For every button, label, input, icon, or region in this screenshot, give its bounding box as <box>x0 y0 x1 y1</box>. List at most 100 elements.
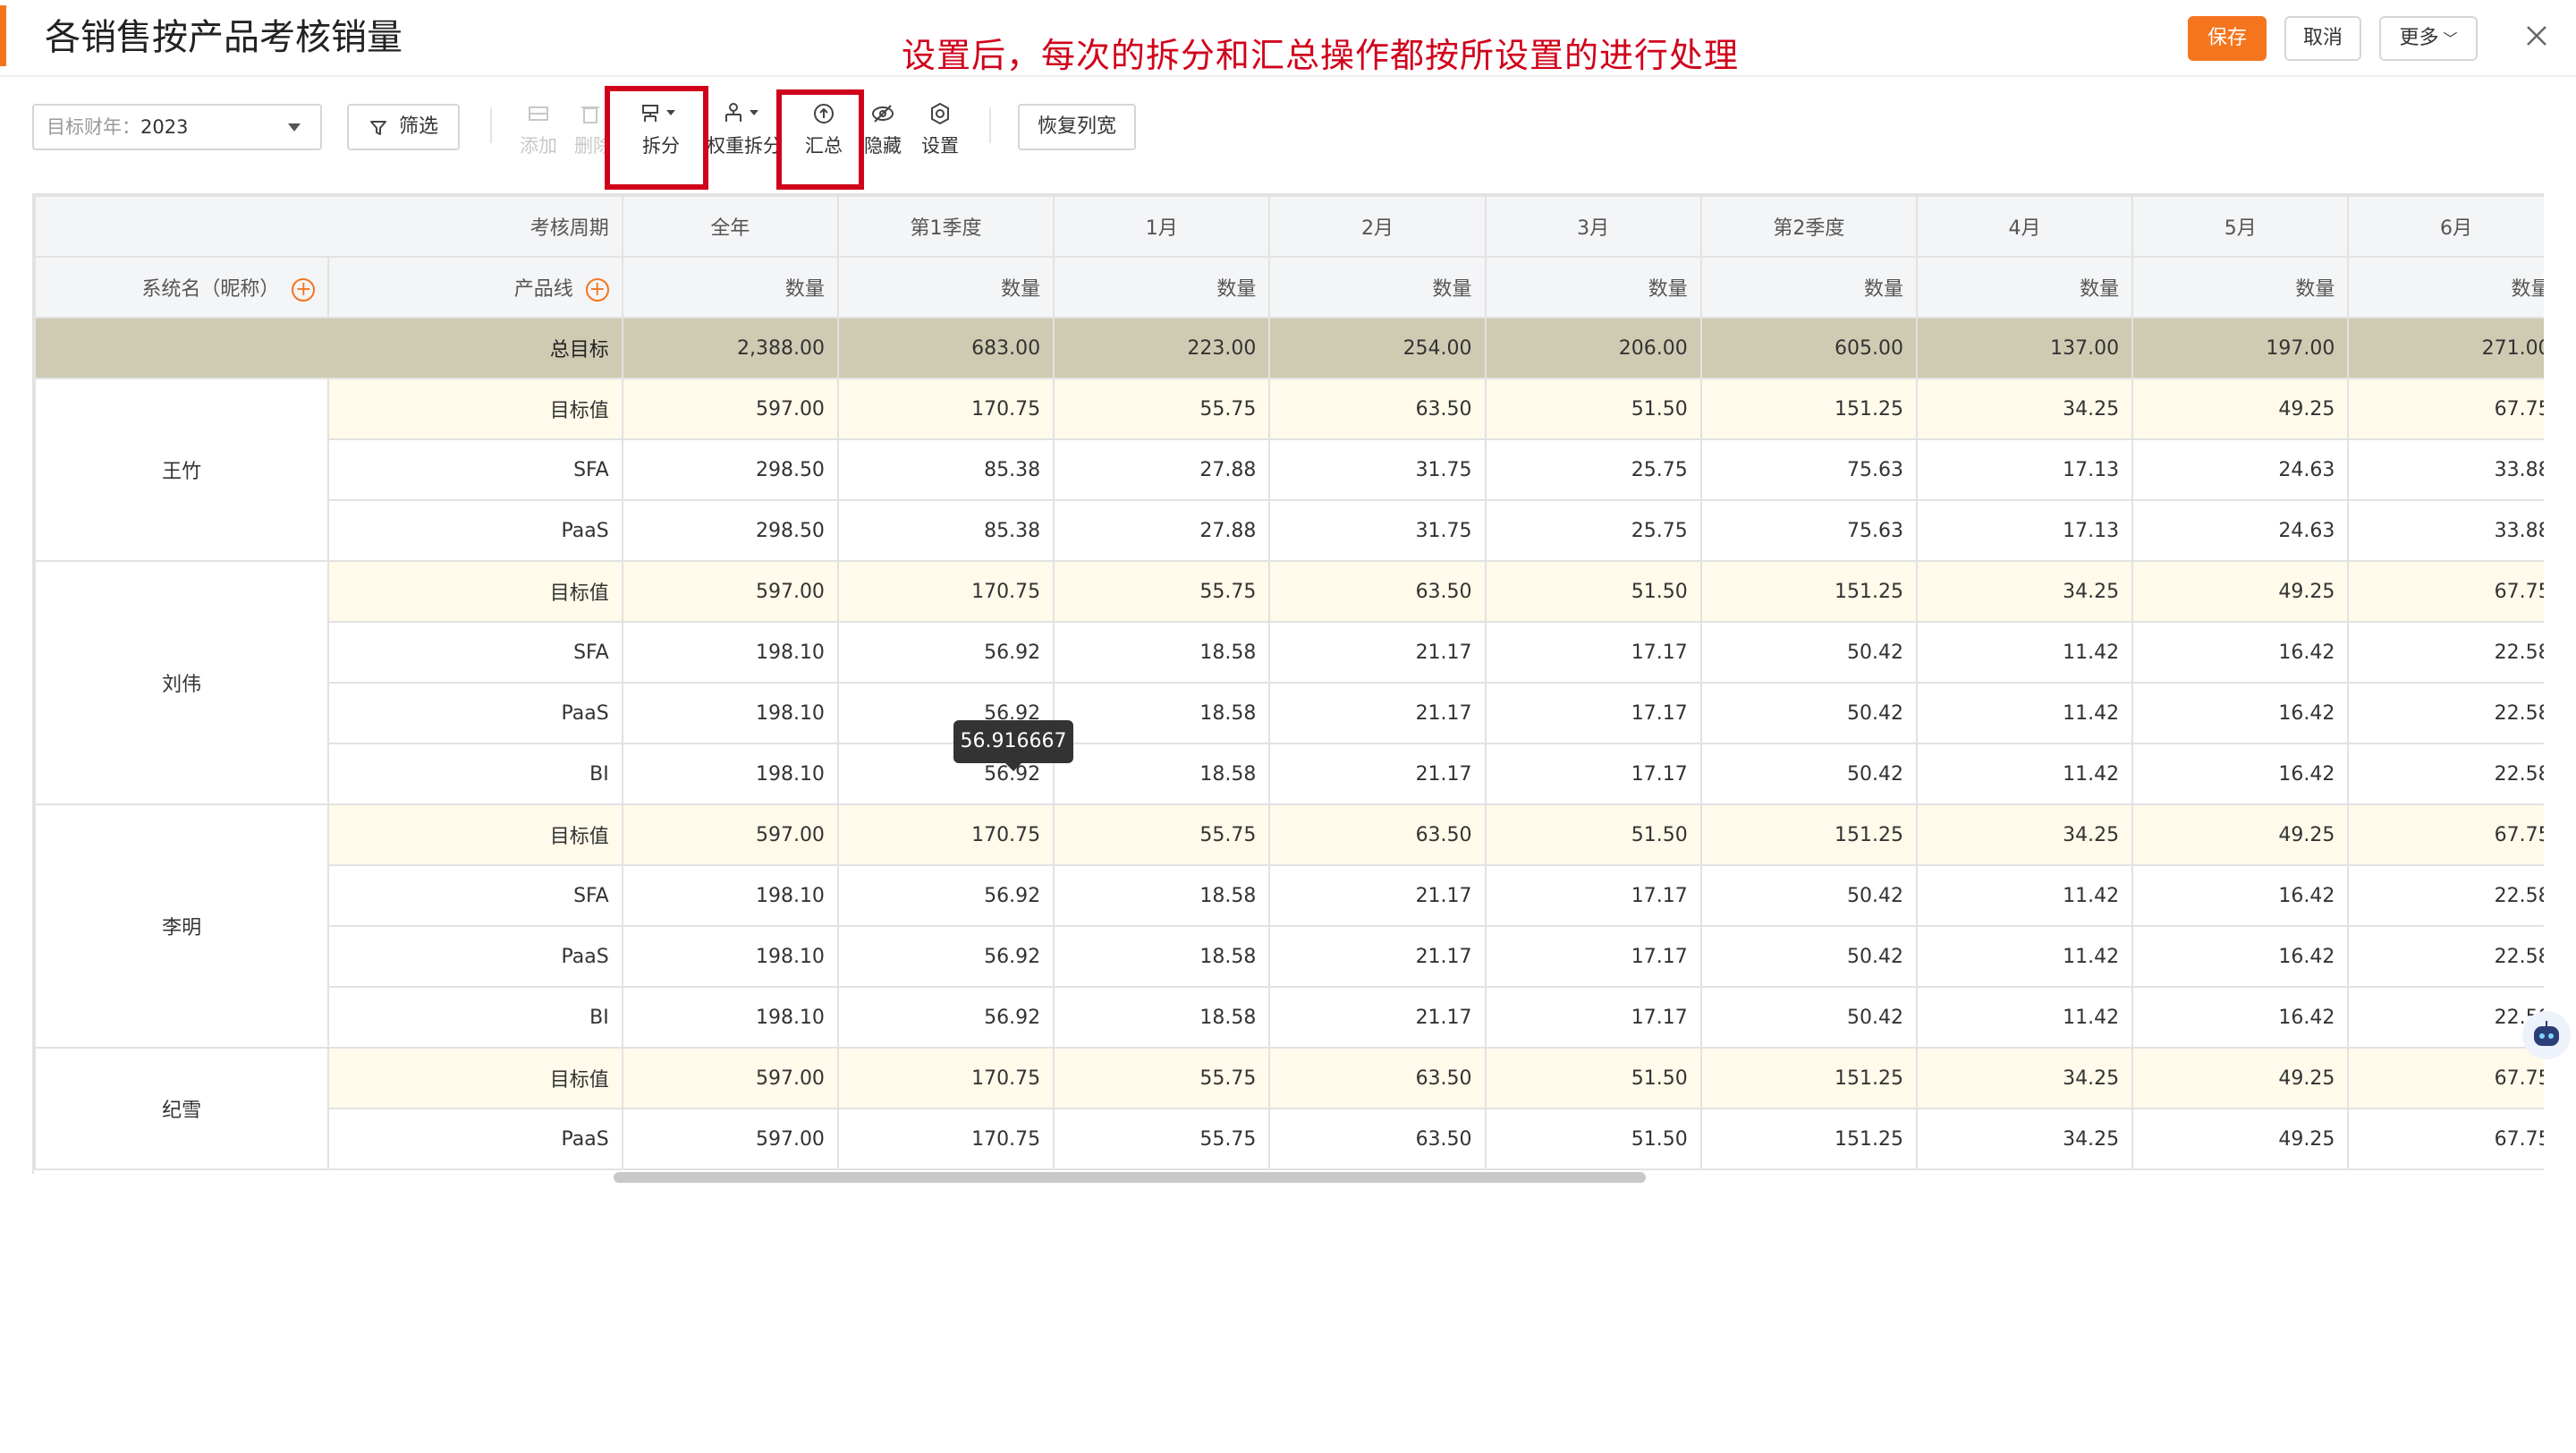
value-cell[interactable]: 27.88 <box>1053 438 1271 501</box>
value-cell[interactable]: 56.92 <box>836 925 1055 988</box>
value-cell[interactable]: 21.17 <box>1268 743 1487 805</box>
value-cell[interactable]: 49.25 <box>2131 1047 2350 1109</box>
settings-button[interactable]: 设置 <box>918 100 962 166</box>
value-cell[interactable]: 16.42 <box>2131 864 2350 927</box>
value-cell[interactable]: 151.25 <box>1699 803 1918 866</box>
value-cell[interactable]: 25.75 <box>1484 499 1702 562</box>
value-cell[interactable]: 16.42 <box>2131 743 2350 805</box>
value-cell[interactable]: 34.25 <box>1915 803 2134 866</box>
value-cell[interactable]: 17.13 <box>1915 499 2134 562</box>
add-name-icon[interactable]: + <box>292 278 316 302</box>
value-cell[interactable]: 33.88 <box>2347 499 2544 562</box>
value-cell[interactable]: 55.75 <box>1053 1047 1271 1109</box>
value-cell[interactable]: 17.17 <box>1484 621 1702 684</box>
value-cell[interactable]: 51.50 <box>1484 378 1702 440</box>
filter-button[interactable]: 筛选 <box>347 104 460 150</box>
value-cell[interactable]: 34.25 <box>1915 560 2134 623</box>
value-cell[interactable]: 21.17 <box>1268 682 1487 744</box>
value-cell[interactable]: 17.17 <box>1484 682 1702 744</box>
value-cell[interactable]: 63.50 <box>1268 803 1487 866</box>
value-cell[interactable]: 85.38 <box>836 499 1055 562</box>
value-cell[interactable]: 198.10 <box>621 743 839 805</box>
value-cell[interactable]: 27.88 <box>1053 499 1271 562</box>
value-cell[interactable]: 597.00 <box>621 1047 839 1109</box>
value-cell[interactable]: 51.50 <box>1484 1047 1702 1109</box>
value-cell[interactable]: 17.17 <box>1484 925 1702 988</box>
value-cell[interactable]: 25.75 <box>1484 438 1702 501</box>
value-cell[interactable]: 56.92 <box>836 864 1055 927</box>
value-cell[interactable]: 151.25 <box>1699 378 1918 440</box>
horizontal-scrollbar[interactable] <box>614 1172 1646 1183</box>
value-cell[interactable]: 34.25 <box>1915 1047 2134 1109</box>
value-cell[interactable]: 11.42 <box>1915 682 2134 744</box>
value-cell[interactable]: 597.00 <box>621 803 839 866</box>
total-cell[interactable]: 271.00 <box>2347 317 2544 379</box>
value-cell[interactable]: 22.58 <box>2347 682 2544 744</box>
value-cell[interactable]: 55.75 <box>1053 560 1271 623</box>
value-cell[interactable]: 34.25 <box>1915 1108 2134 1170</box>
value-cell[interactable]: 151.25 <box>1699 560 1918 623</box>
value-cell[interactable]: 298.50 <box>621 438 839 501</box>
value-cell[interactable]: 51.50 <box>1484 560 1702 623</box>
value-cell[interactable]: 63.50 <box>1268 1108 1487 1170</box>
restore-column-width-button[interactable]: 恢复列宽 <box>1018 104 1136 150</box>
value-cell[interactable]: 21.17 <box>1268 864 1487 927</box>
value-cell[interactable]: 56.92 <box>836 986 1055 1049</box>
value-cell[interactable]: 597.00 <box>621 560 839 623</box>
close-icon[interactable] <box>2521 20 2553 52</box>
weight-split-button[interactable]: 权重拆分 <box>707 100 782 166</box>
value-cell[interactable]: 24.63 <box>2131 438 2350 501</box>
value-cell[interactable]: 21.17 <box>1268 621 1487 684</box>
value-cell[interactable]: 31.75 <box>1268 499 1487 562</box>
value-cell[interactable]: 198.10 <box>621 864 839 927</box>
value-cell[interactable]: 170.75 <box>836 1108 1055 1170</box>
cancel-button[interactable]: 取消 <box>2284 16 2361 61</box>
value-cell[interactable]: 75.63 <box>1699 438 1918 501</box>
value-cell[interactable]: 198.10 <box>621 682 839 744</box>
value-cell[interactable]: 50.42 <box>1699 682 1918 744</box>
value-cell[interactable]: 50.42 <box>1699 986 1918 1049</box>
value-cell[interactable]: 67.75 <box>2347 378 2544 440</box>
value-cell[interactable]: 51.50 <box>1484 1108 1702 1170</box>
save-button[interactable]: 保存 <box>2188 16 2267 61</box>
value-cell[interactable]: 17.17 <box>1484 743 1702 805</box>
value-cell[interactable]: 17.17 <box>1484 864 1702 927</box>
hide-button[interactable]: 隐藏 <box>860 100 905 166</box>
value-cell[interactable]: 67.75 <box>2347 803 2544 866</box>
add-product-icon[interactable]: + <box>585 278 609 302</box>
value-cell[interactable]: 22.58 <box>2347 925 2544 988</box>
fiscal-year-select[interactable]: 目标财年：2023 <box>32 104 322 150</box>
value-cell[interactable]: 17.17 <box>1484 986 1702 1049</box>
value-cell[interactable]: 51.50 <box>1484 803 1702 866</box>
total-cell[interactable]: 605.00 <box>1699 317 1918 379</box>
value-cell[interactable]: 67.75 <box>2347 560 2544 623</box>
value-cell[interactable]: 16.42 <box>2131 986 2350 1049</box>
value-cell[interactable]: 11.42 <box>1915 864 2134 927</box>
total-cell[interactable]: 197.00 <box>2131 317 2350 379</box>
value-cell[interactable]: 50.42 <box>1699 743 1918 805</box>
assistant-robot-icon[interactable] <box>2522 1011 2571 1059</box>
value-cell[interactable]: 22.58 <box>2347 621 2544 684</box>
value-cell[interactable]: 22.58 <box>2347 864 2544 927</box>
value-cell[interactable]: 50.42 <box>1699 621 1918 684</box>
value-cell[interactable]: 22.58 <box>2347 986 2544 1049</box>
value-cell[interactable]: 34.25 <box>1915 378 2134 440</box>
value-cell[interactable]: 11.42 <box>1915 986 2134 1049</box>
value-cell[interactable]: 22.58 <box>2347 743 2544 805</box>
value-cell[interactable]: 11.42 <box>1915 743 2134 805</box>
value-cell[interactable]: 49.25 <box>2131 378 2350 440</box>
more-button[interactable]: 更多 ﹀ <box>2379 16 2478 61</box>
value-cell[interactable]: 16.42 <box>2131 621 2350 684</box>
value-cell[interactable]: 151.25 <box>1699 1047 1918 1109</box>
value-cell[interactable]: 298.50 <box>621 499 839 562</box>
value-cell[interactable]: 198.10 <box>621 986 839 1049</box>
value-cell[interactable]: 33.88 <box>2347 438 2544 501</box>
value-cell[interactable]: 21.17 <box>1268 986 1487 1049</box>
value-cell[interactable]: 49.25 <box>2131 1108 2350 1170</box>
total-cell[interactable]: 683.00 <box>836 317 1055 379</box>
value-cell[interactable]: 16.42 <box>2131 682 2350 744</box>
value-cell[interactable]: 198.10 <box>621 621 839 684</box>
value-cell[interactable]: 55.75 <box>1053 803 1271 866</box>
value-cell[interactable]: 18.58 <box>1053 864 1271 927</box>
value-cell[interactable]: 49.25 <box>2131 560 2350 623</box>
